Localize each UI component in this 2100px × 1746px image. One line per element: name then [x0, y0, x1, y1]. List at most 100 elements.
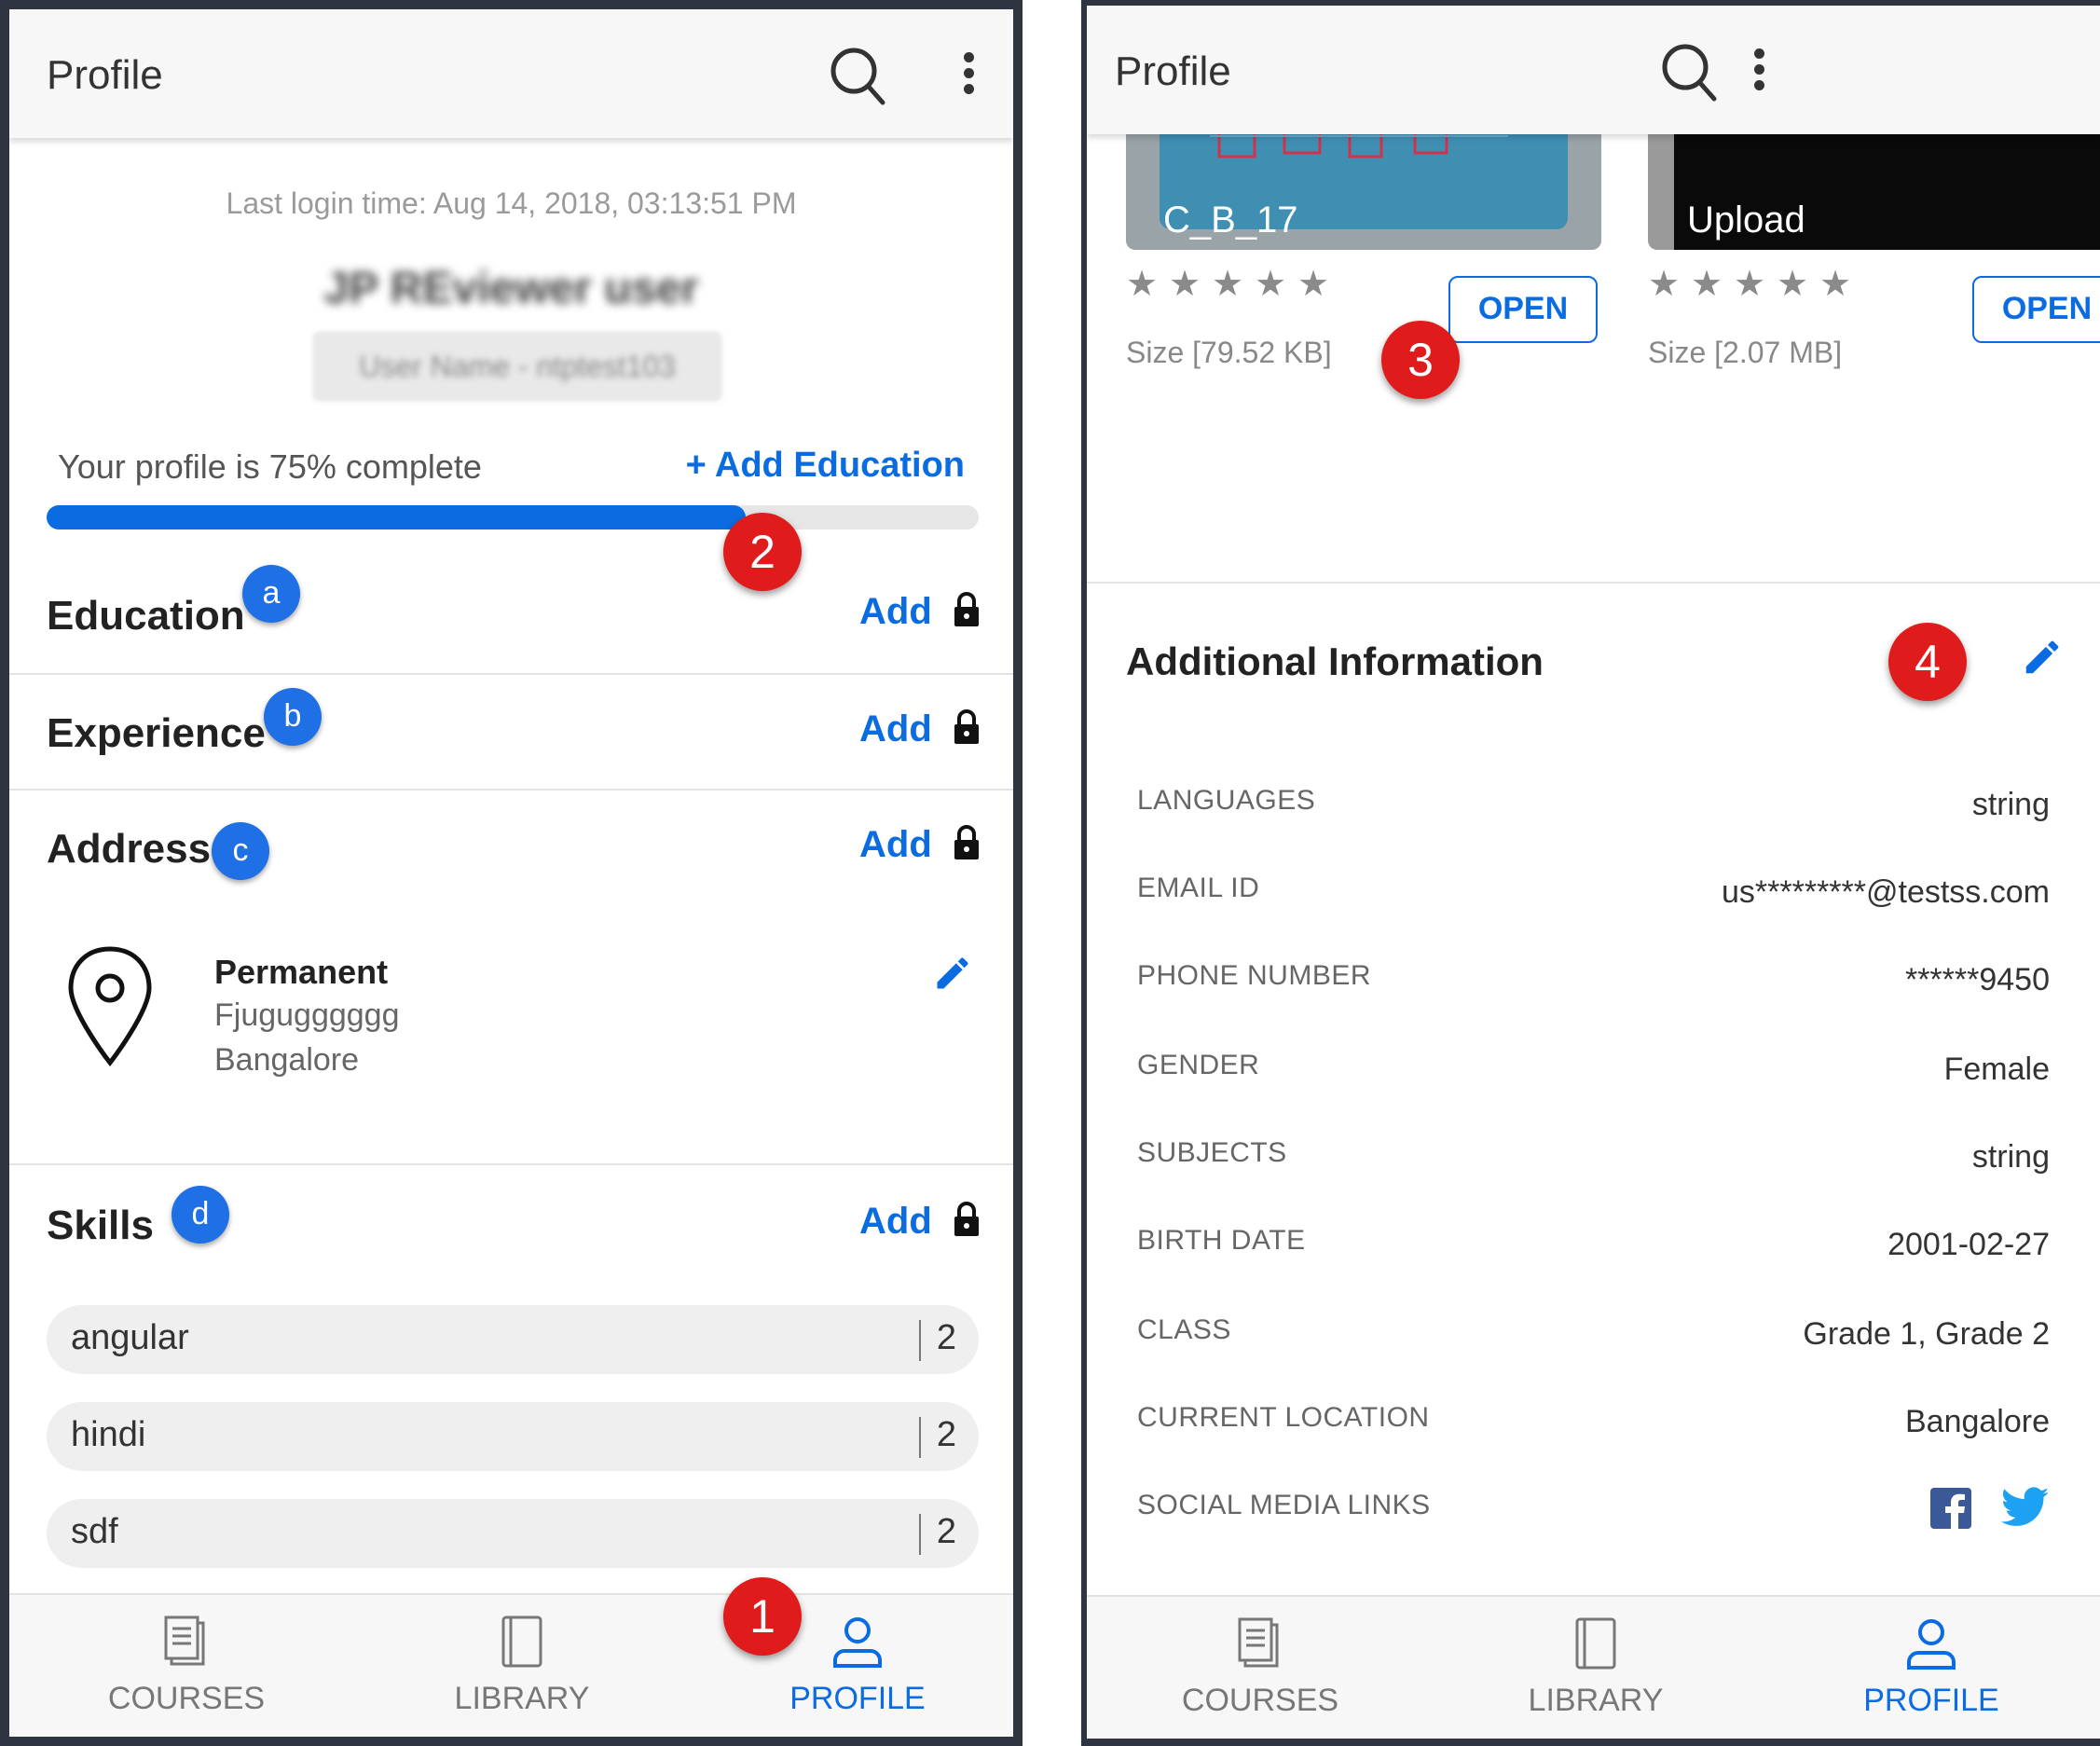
- lock-icon: [954, 1202, 979, 1236]
- info-value: Female: [1943, 1052, 2050, 1087]
- edit-pencil-icon[interactable]: [2021, 636, 2064, 679]
- nav-courses-label: COURSES: [1181, 1683, 1339, 1718]
- edit-pencil-icon[interactable]: [932, 953, 973, 994]
- open-button[interactable]: OPEN: [1448, 276, 1598, 343]
- rating-stars: ★ ★ ★ ★ ★: [1648, 265, 1852, 304]
- more-options-icon[interactable]: [960, 50, 979, 97]
- user-name-text: User Name - ntptest103: [359, 350, 676, 383]
- nav-library-label: LIBRARY: [1528, 1683, 1664, 1718]
- page-title: Profile: [1115, 48, 1231, 94]
- nav-courses[interactable]: COURSES: [1092, 1597, 1428, 1739]
- app-bar: Profile: [1087, 6, 2100, 134]
- left-screen: Profile Last login time: Aug 14, 2018, 0…: [0, 0, 1023, 1746]
- info-key: BIRTH DATE: [1137, 1225, 1306, 1256]
- callout-badge-4: 4: [1888, 623, 1967, 701]
- callout-badge-d: d: [172, 1186, 229, 1244]
- info-value: string: [1971, 1139, 2050, 1175]
- card-title: Upload: [1687, 199, 1805, 241]
- twitter-icon[interactable]: [2001, 1486, 2050, 1529]
- user-name-pill: User Name - ntptest103: [312, 331, 722, 402]
- nav-profile-label: PROFILE: [1863, 1683, 1999, 1718]
- card-title: C_B_17: [1163, 199, 1298, 241]
- skill-chip[interactable]: angular 2: [47, 1305, 979, 1374]
- app-bar: Profile: [9, 9, 1013, 138]
- facebook-icon[interactable]: [1930, 1488, 1971, 1529]
- skill-name: sdf: [71, 1512, 118, 1551]
- info-key: CLASS: [1137, 1314, 1231, 1345]
- add-education-link[interactable]: + Add Education: [686, 446, 965, 486]
- info-row-birth-date: BIRTH DATE 2001-02-27: [1137, 1216, 2050, 1272]
- additional-info-title: Additional Information: [1126, 639, 1544, 683]
- education-add-button[interactable]: Add: [859, 591, 932, 633]
- callout-badge-3: 3: [1381, 321, 1460, 399]
- location-pin-icon: [68, 946, 152, 1066]
- info-value: 2001-02-27: [1887, 1227, 2050, 1262]
- info-key: SUBJECTS: [1137, 1137, 1287, 1168]
- info-key: GENDER: [1137, 1050, 1260, 1080]
- card-size: Size [79.52 KB]: [1126, 336, 1332, 369]
- open-button[interactable]: OPEN: [1972, 276, 2100, 343]
- nav-profile-label: PROFILE: [789, 1681, 926, 1716]
- info-row-phone: PHONE NUMBER ******9450: [1137, 951, 2050, 1007]
- callout-badge-c: c: [212, 822, 269, 880]
- info-key: LANGUAGES: [1137, 785, 1316, 816]
- skill-chip[interactable]: sdf 2: [47, 1499, 979, 1568]
- nav-library[interactable]: LIBRARY: [1428, 1597, 1764, 1739]
- skill-endorse-count: 2: [936, 1318, 956, 1357]
- info-row-email: EMAIL ID us*********@testss.com: [1137, 863, 2050, 919]
- nav-library[interactable]: LIBRARY: [354, 1595, 690, 1737]
- profile-completion-text: Your profile is 75% complete: [58, 447, 482, 486]
- skills-title: Skills: [47, 1203, 154, 1248]
- divider: [9, 789, 1013, 791]
- lock-icon: [954, 825, 979, 859]
- info-key: CURRENT LOCATION: [1137, 1402, 1430, 1433]
- address-title: Address: [47, 826, 212, 872]
- experience-title: Experience: [47, 710, 266, 756]
- experience-add-button[interactable]: Add: [859, 708, 932, 750]
- info-key: PHONE NUMBER: [1137, 960, 1372, 991]
- address-add-button[interactable]: Add: [859, 824, 932, 866]
- skill-name: angular: [71, 1318, 189, 1357]
- profile-icon: [1907, 1619, 1956, 1670]
- callout-badge-a: a: [242, 565, 300, 623]
- more-options-icon[interactable]: [1750, 47, 1769, 93]
- divider: [1087, 582, 2100, 584]
- info-value: us*********@testss.com: [1722, 874, 2050, 910]
- search-icon[interactable]: [830, 45, 885, 106]
- user-display-name: JP REviewer user: [323, 264, 699, 313]
- library-icon: [1575, 1617, 1616, 1670]
- skill-endorse-count: 2: [936, 1415, 956, 1454]
- courses-icon: [164, 1615, 205, 1666]
- nav-library-label: LIBRARY: [454, 1681, 590, 1716]
- rating-stars: ★ ★ ★ ★ ★: [1126, 265, 1330, 304]
- nav-profile[interactable]: PROFILE: [1764, 1597, 2099, 1739]
- divider: [9, 1163, 1013, 1165]
- right-screen: C_B_17 Upload ★ ★ ★ ★ ★ ★ ★ ★ ★ ★ OPEN OPEN …: [1081, 0, 2100, 1746]
- info-row-current-location: CURRENT LOCATION Bangalore: [1137, 1393, 2050, 1449]
- divider: [9, 673, 1013, 675]
- bottom-navigation: COURSES LIBRARY PROFILE: [9, 1593, 1013, 1737]
- skill-name: hindi: [71, 1415, 146, 1454]
- skill-chip[interactable]: hindi 2: [47, 1402, 979, 1471]
- nav-courses[interactable]: COURSES: [19, 1595, 354, 1737]
- info-value: Grade 1, Grade 2: [1803, 1316, 2050, 1352]
- info-key: EMAIL ID: [1137, 873, 1260, 903]
- callout-badge-1: 1: [723, 1577, 802, 1656]
- skill-separator: [919, 1320, 921, 1361]
- callout-badge-b: b: [264, 688, 322, 746]
- card-size: Size [2.07 MB]: [1648, 336, 1843, 369]
- skill-separator: [919, 1514, 921, 1555]
- info-row-gender: GENDER Female: [1137, 1040, 2050, 1096]
- info-key: SOCIAL MEDIA LINKS: [1137, 1490, 1431, 1520]
- skills-add-button[interactable]: Add: [859, 1201, 932, 1243]
- library-icon: [501, 1615, 542, 1668]
- info-value: Bangalore: [1904, 1404, 2050, 1439]
- info-value: string: [1971, 787, 2050, 822]
- skill-endorse-count: 2: [936, 1512, 956, 1551]
- address-city: Bangalore: [214, 1042, 360, 1078]
- info-row-class: CLASS Grade 1, Grade 2: [1137, 1305, 2050, 1361]
- info-row-social-media: SOCIAL MEDIA LINKS: [1137, 1480, 2050, 1536]
- address-line: Fjugugggggg: [214, 997, 400, 1033]
- skill-separator: [919, 1417, 921, 1458]
- search-icon[interactable]: [1661, 41, 1717, 103]
